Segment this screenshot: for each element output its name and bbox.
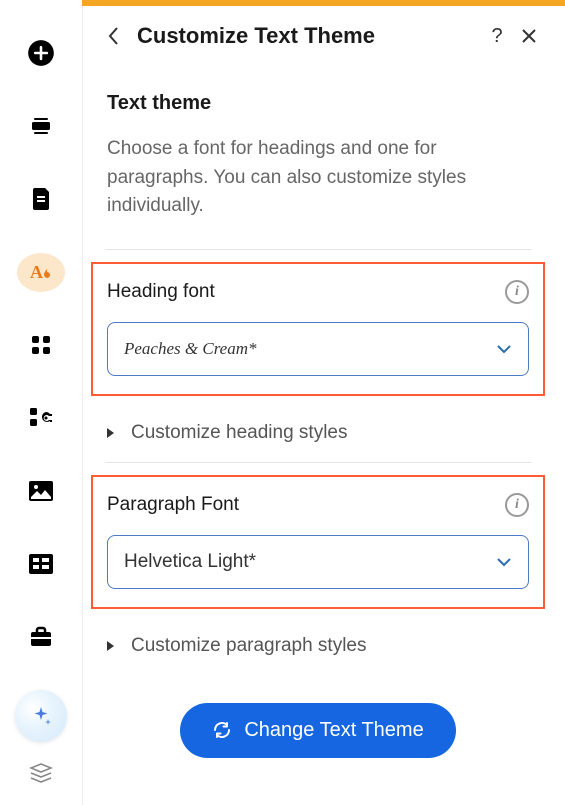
heading-font-group: Heading font i Peaches & Cream* [91,262,545,396]
info-icon[interactable]: i [505,493,529,517]
paragraph-font-select[interactable]: Helvetica Light* [107,535,529,589]
chevron-down-icon [496,344,512,354]
help-button[interactable]: ? [481,20,513,52]
ai-sparkle-icon[interactable] [15,690,67,742]
heading-font-label: Heading font [107,281,215,303]
refresh-icon [212,720,232,740]
info-icon[interactable]: i [505,280,529,304]
section-description: Choose a font for headings and one for p… [91,135,545,221]
add-icon[interactable] [17,34,65,73]
image-icon[interactable] [17,471,65,510]
chevron-down-icon [496,557,512,567]
panel-header: Customize Text Theme ? [91,20,545,52]
svg-text:A: A [30,262,43,282]
sidebar: A [0,6,82,805]
table-icon[interactable] [17,544,65,583]
change-text-theme-button[interactable]: Change Text Theme [180,703,455,758]
divider [105,462,531,463]
page-icon[interactable] [17,180,65,219]
customize-panel: Customize Text Theme ? Text theme Choose… [82,6,565,805]
divider [105,249,531,250]
sections-icon[interactable] [17,107,65,146]
theme-icon[interactable]: A [17,253,65,292]
customize-heading-styles[interactable]: Customize heading styles [91,404,545,462]
expand-triangle-icon [105,427,115,439]
paragraph-font-value: Helvetica Light* [124,551,496,573]
change-button-label: Change Text Theme [244,719,423,742]
paragraph-font-group: Paragraph Font i Helvetica Light* [91,475,545,609]
customize-paragraph-label: Customize paragraph styles [131,635,367,657]
layers-icon[interactable] [29,762,53,789]
section-title: Text theme [91,92,545,115]
apps-icon[interactable] [17,326,65,365]
briefcase-icon[interactable] [17,617,65,656]
customize-heading-label: Customize heading styles [131,422,348,444]
heading-font-value: Peaches & Cream* [124,339,496,359]
paragraph-font-label: Paragraph Font [107,494,239,516]
back-button[interactable] [99,22,127,50]
settings-icon[interactable] [17,398,65,437]
close-button[interactable] [513,20,545,52]
heading-font-select[interactable]: Peaches & Cream* [107,322,529,376]
panel-title: Customize Text Theme [137,23,481,49]
customize-paragraph-styles[interactable]: Customize paragraph styles [91,617,545,675]
expand-triangle-icon [105,640,115,652]
